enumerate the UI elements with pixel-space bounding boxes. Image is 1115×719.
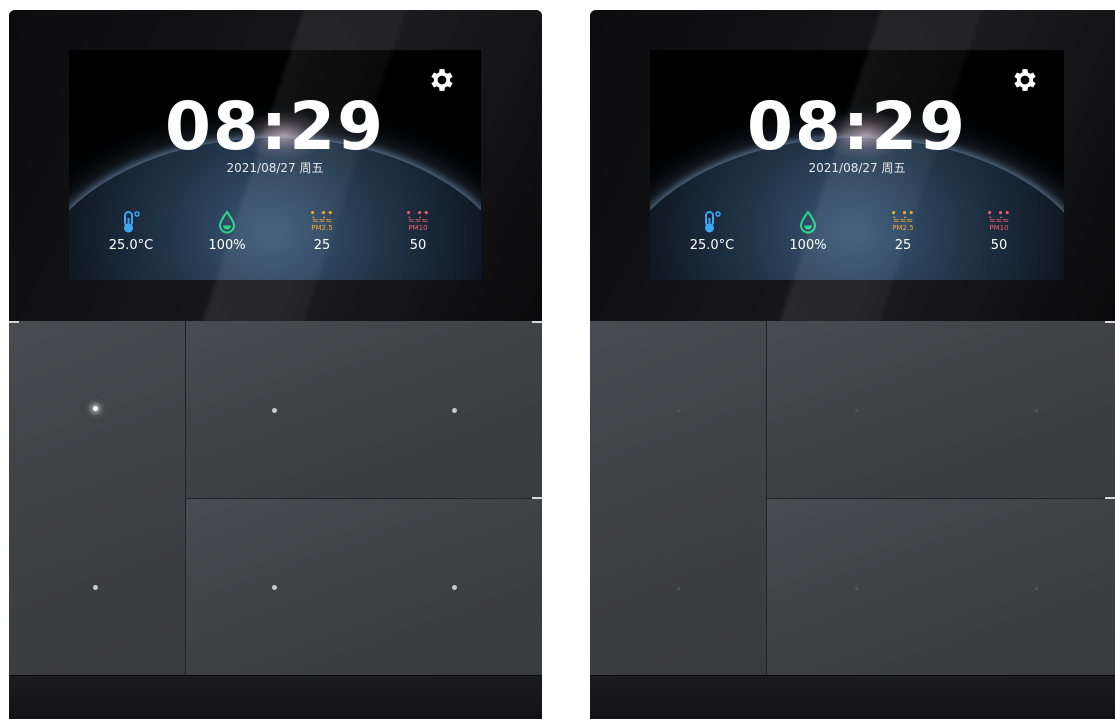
edge-marker [532,321,542,323]
button-panel [590,321,1115,676]
clock-date: 2021/08/27 周五 [808,161,906,175]
sensor-row: 25.0°C 100% •̣ •̣• ≈≈≈ PM2.5 25 •̣ •̣• ≈… [650,208,1064,268]
pm25-value: 25 [313,238,331,253]
clock-time: 08:29 [746,88,968,165]
pm25-value: 25 [894,238,912,253]
edge-marker [1105,497,1115,499]
thermometer-icon [91,208,171,234]
indicator-led [677,587,680,590]
indicator-led [677,409,680,412]
indicator-led [452,408,457,413]
pm25-sensor[interactable]: •̣ •̣• ≈≈≈ PM2.5 25 [282,208,362,254]
clock-date: 2021/08/27 周五 [226,161,324,175]
thermometer-icon [672,208,752,234]
pm25-sensor[interactable]: •̣ •̣• ≈≈≈ PM2.5 25 [863,208,943,254]
pm25-label: PM2.5 [311,224,333,232]
sensor-row: 25.0°C 100% •̣ •̣• ≈≈≈ PM2.5 25 •̣ •̣• ≈… [69,208,481,268]
touch-display[interactable]: 08:29 2021/08/27 周五 25.0°C 100% •̣ •̣• ≈… [69,50,481,280]
indicator-led [272,585,277,590]
edge-marker [532,497,542,499]
pm25-label: PM2.5 [892,224,914,232]
left-switch-button[interactable] [9,321,185,676]
humidity-sensor[interactable]: 100% [768,208,848,253]
temperature-sensor[interactable]: 25.0°C [672,208,752,253]
touch-display[interactable]: 08:29 2021/08/27 周五 25.0°C 100% •̣ •̣• ≈… [650,50,1064,280]
indicator-led [93,585,98,590]
pm10-icon: •̣ •̣• ≈≈≈ PM10 [959,208,1039,234]
temperature-sensor[interactable]: 25.0°C [91,208,171,253]
left-switch-button[interactable] [590,321,766,676]
button-divider [186,498,542,499]
device-footer [9,675,542,719]
indicator-led [1035,409,1038,412]
humidity-value: 100% [789,238,827,253]
indicator-led [272,408,277,413]
bottom-right-switch-button[interactable] [186,499,542,676]
pm10-value: 50 [409,238,427,253]
clock-time: 08:29 [164,88,386,165]
temperature-value: 25.0°C [689,238,735,253]
pm10-sensor[interactable]: •̣ •̣• ≈≈≈ PM10 50 [378,208,458,254]
gear-icon[interactable] [427,65,457,95]
pm25-icon: •̣ •̣• ≈≈≈ PM2.5 [863,208,943,234]
bottom-right-switch-button[interactable] [767,499,1115,676]
button-divider [767,498,1115,499]
pm10-label: PM10 [989,224,1009,232]
top-right-switch-button[interactable] [186,321,542,498]
pm10-value: 50 [990,238,1008,253]
device-footer [590,675,1115,719]
top-right-switch-button[interactable] [767,321,1115,498]
humidity-sensor[interactable]: 100% [187,208,267,253]
pm10-icon: •̣ •̣• ≈≈≈ PM10 [378,208,458,234]
pm10-sensor[interactable]: •̣ •̣• ≈≈≈ PM10 50 [959,208,1039,254]
pm10-label: PM10 [408,224,428,232]
indicator-led [855,409,858,412]
button-panel [9,321,542,676]
water-drop-icon [187,208,267,234]
water-drop-icon [768,208,848,234]
indicator-led [1035,587,1038,590]
indicator-led [452,585,457,590]
humidity-value: 100% [208,238,246,253]
pm25-icon: •̣ •̣• ≈≈≈ PM2.5 [282,208,362,234]
temperature-value: 25.0°C [108,238,154,253]
smart-panel-device-2: 08:29 2021/08/27 周五 25.0°C 100% •̣ •̣• ≈… [590,10,1115,719]
smart-panel-device-1: 08:29 2021/08/27 周五 25.0°C 100% •̣ •̣• ≈… [9,10,542,719]
edge-marker [9,321,19,323]
indicator-led [855,587,858,590]
gear-icon[interactable] [1010,65,1040,95]
indicator-led [93,406,98,411]
edge-marker [1105,321,1115,323]
